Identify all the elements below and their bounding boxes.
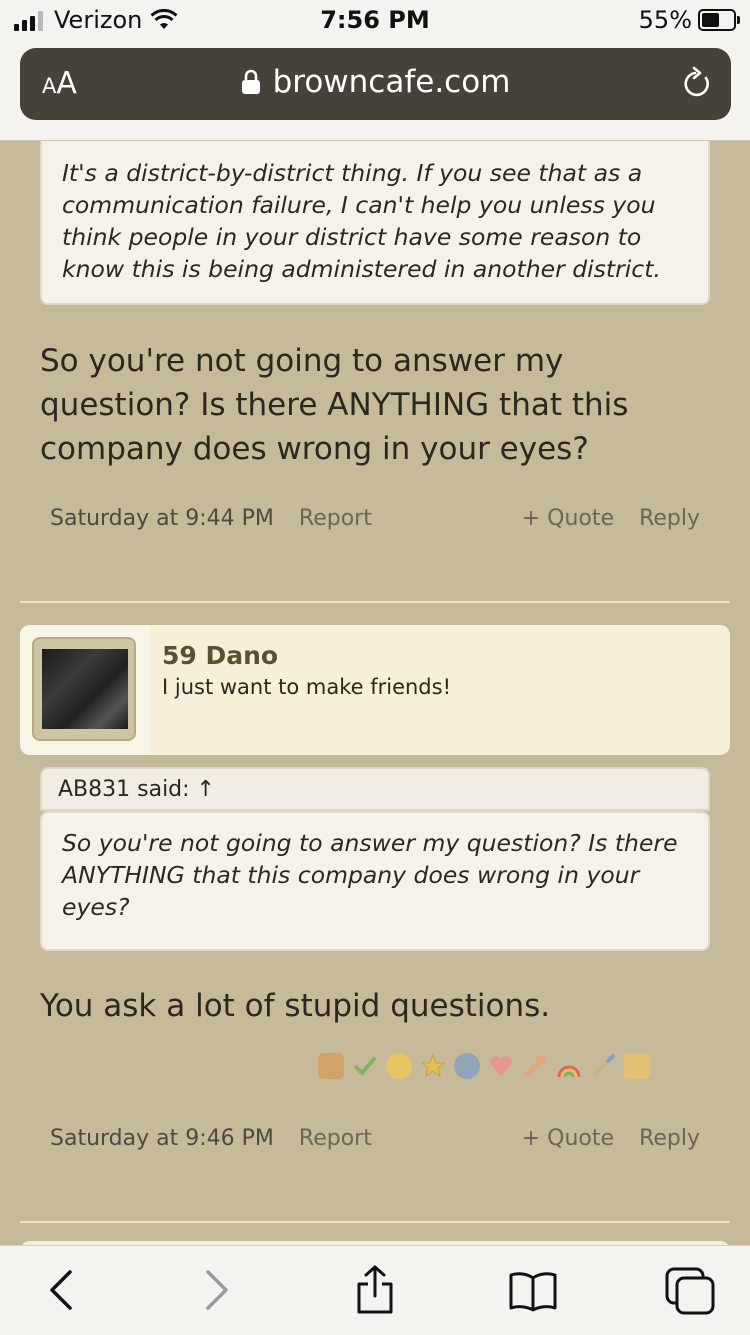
checkmark-icon[interactable]	[352, 1053, 378, 1079]
share-icon[interactable]	[354, 1264, 396, 1316]
post-divider	[20, 601, 730, 603]
post-author-header: 59 Dano I just want to make friends!	[20, 625, 730, 755]
url-text[interactable]: browncafe.com	[273, 64, 511, 100]
thumbs-up-icon[interactable]	[318, 1053, 344, 1079]
post-timestamp[interactable]: Saturday at 9:46 PM	[50, 1126, 274, 1151]
username[interactable]: 59 Dano	[162, 641, 278, 670]
tabs-icon[interactable]	[664, 1266, 716, 1316]
browser-toolbar	[0, 1245, 750, 1335]
star-badge-icon[interactable]	[420, 1053, 446, 1079]
forward-icon[interactable]	[202, 1268, 232, 1312]
quote-text: It's a district-by-district thing. If yo…	[62, 159, 661, 283]
rainbow-icon[interactable]	[556, 1053, 582, 1079]
bookmarks-icon[interactable]	[508, 1270, 558, 1312]
paintbrush-icon[interactable]	[590, 1053, 616, 1079]
battery-percent: 55%	[638, 6, 692, 34]
status-bar: Verizon 7:56 PM 55%	[0, 0, 750, 42]
quote-block: So you're not going to answer my questio…	[40, 811, 710, 951]
heart-icon[interactable]	[488, 1053, 514, 1079]
grin-icon[interactable]	[386, 1053, 412, 1079]
quote-attribution[interactable]: AB831 said: ↑	[40, 767, 710, 811]
quote-block: It's a district-by-district thing. If yo…	[40, 141, 710, 305]
reaction-bar	[318, 1053, 658, 1079]
wrench-icon[interactable]	[522, 1053, 548, 1079]
quote-author[interactable]: AB831 said: ↑	[58, 777, 215, 802]
post-timestamp[interactable]: Saturday at 9:44 PM	[50, 506, 274, 531]
report-link[interactable]: Report	[299, 506, 372, 531]
post-divider	[20, 1221, 730, 1223]
battery-icon	[698, 9, 740, 31]
back-icon[interactable]	[46, 1268, 76, 1312]
quote-button[interactable]: + Quote	[522, 1126, 614, 1151]
reply-button[interactable]: Reply	[639, 1126, 700, 1151]
reload-icon[interactable]	[681, 66, 713, 100]
post-body: You ask a lot of stupid questions.	[40, 988, 551, 1024]
quote-button[interactable]: + Quote	[522, 506, 614, 531]
address-bar[interactable]: AA browncafe.com	[20, 48, 731, 120]
info-icon[interactable]	[454, 1053, 480, 1079]
clock: 7:56 PM	[320, 6, 430, 34]
thread-content: It's a district-by-district thing. If yo…	[0, 141, 750, 1245]
avatar[interactable]	[32, 637, 136, 741]
beer-mug-icon[interactable]	[624, 1053, 650, 1079]
post-body: So you're not going to answer my questio…	[40, 343, 629, 467]
reply-button[interactable]: Reply	[639, 506, 700, 531]
quote-text: So you're not going to answer my questio…	[62, 829, 678, 921]
user-title: I just want to make friends!	[162, 675, 451, 699]
lock-icon	[241, 69, 260, 94]
report-link[interactable]: Report	[299, 1126, 372, 1151]
